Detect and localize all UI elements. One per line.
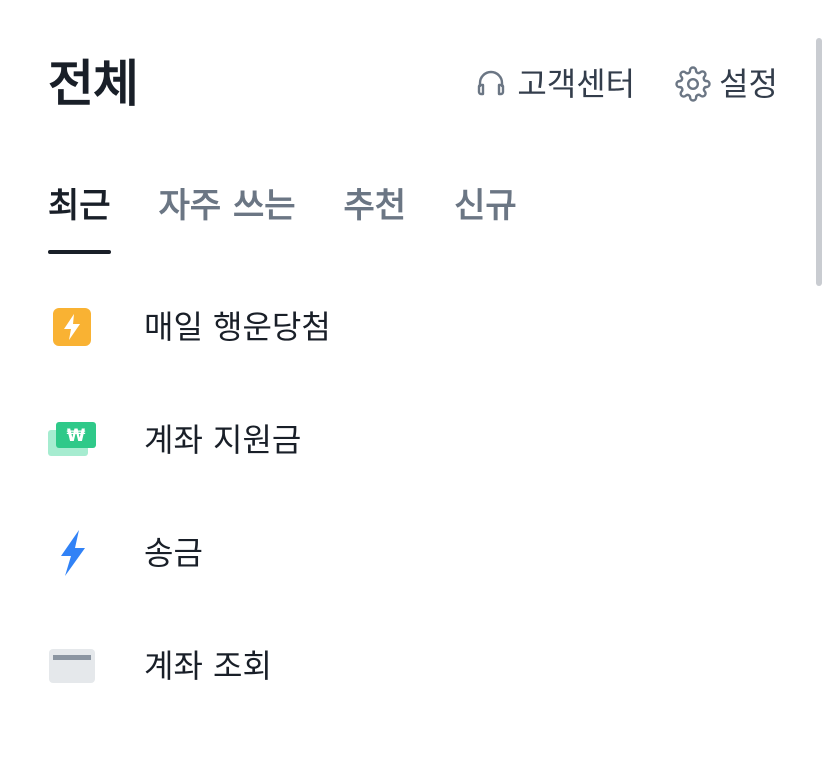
category-tabs: 최근 자주 쓰는 추천 신규: [48, 180, 517, 254]
svg-text:₩: ₩: [67, 426, 86, 446]
tab-recommended[interactable]: 추천: [344, 180, 407, 254]
settings-button[interactable]: 설정: [675, 64, 778, 104]
top-actions: 고객센터 설정: [473, 64, 778, 104]
list-item-label: 계좌 조회: [144, 646, 272, 685]
tab-new[interactable]: 신규: [454, 180, 517, 254]
headset-icon: [473, 66, 509, 102]
page-title: 전체: [48, 55, 139, 113]
service-list: 매일 행운당첨 ₩ 계좌 지원금 송금 계좌 조회: [48, 270, 768, 722]
customer-center-label: 고객센터: [517, 65, 636, 103]
settings-label: 설정: [719, 65, 778, 103]
tab-recent[interactable]: 최근: [48, 180, 111, 254]
list-item-label: 송금: [144, 533, 203, 572]
won-card-icon: ₩: [48, 416, 96, 464]
lightning-icon: [48, 529, 96, 577]
list-item-account-support[interactable]: ₩ 계좌 지원금: [48, 383, 768, 496]
scrollbar[interactable]: [816, 38, 822, 286]
list-item-label: 계좌 지원금: [144, 420, 302, 459]
card-icon: [48, 642, 96, 690]
header: 전체 고객센터 설정: [0, 0, 828, 160]
list-item-label: 매일 행운당첨: [144, 307, 331, 346]
lightning-badge-icon: [48, 303, 96, 351]
list-item-transfer[interactable]: 송금: [48, 496, 768, 609]
list-item-account-inquiry[interactable]: 계좌 조회: [48, 609, 768, 722]
customer-center-button[interactable]: 고객센터: [473, 64, 635, 104]
tab-frequent[interactable]: 자주 쓰는: [159, 180, 296, 254]
list-item-daily-lucky[interactable]: 매일 행운당첨: [48, 270, 768, 383]
gear-icon: [675, 66, 711, 102]
